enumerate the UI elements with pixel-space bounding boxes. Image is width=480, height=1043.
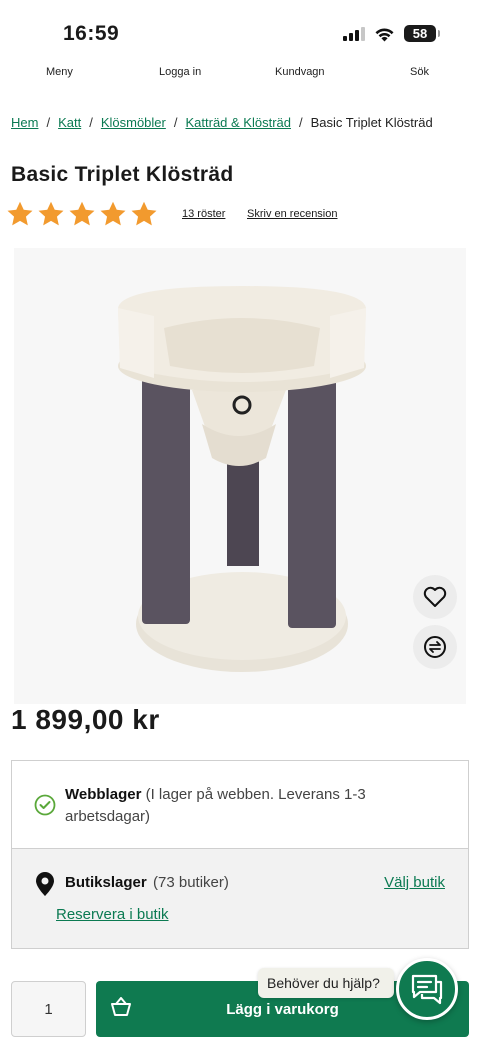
location-pin-icon bbox=[36, 872, 54, 896]
chat-button[interactable] bbox=[396, 958, 458, 1020]
reserve-in-store-link[interactable]: Reservera i butik bbox=[56, 906, 169, 923]
top-nav: Meny Logga in Kundvagn Sök bbox=[0, 66, 480, 88]
add-to-cart-label: Lägg i varukorg bbox=[226, 1000, 339, 1018]
clock: 16:59 bbox=[63, 22, 120, 45]
star-icon bbox=[69, 201, 95, 226]
nav-menu[interactable]: Meny bbox=[46, 66, 73, 78]
breadcrumb-link-cat[interactable]: Katt bbox=[58, 115, 81, 130]
cellular-signal-icon bbox=[343, 26, 365, 41]
star-icon bbox=[131, 201, 157, 226]
nav-cart[interactable]: Kundvagn bbox=[275, 66, 325, 78]
nav-login[interactable]: Logga in bbox=[159, 66, 201, 78]
heart-icon bbox=[423, 586, 447, 607]
wifi-icon bbox=[375, 28, 394, 41]
star-icon bbox=[38, 201, 64, 226]
breadcrumb-link-scratch-furniture[interactable]: Klösmöbler bbox=[101, 115, 166, 130]
stock-info: Webblager (I lager på webben. Leverans 1… bbox=[11, 760, 469, 949]
help-bubble[interactable]: Behöver du hjälp? bbox=[258, 968, 394, 998]
product-image[interactable] bbox=[14, 248, 466, 704]
nav-search[interactable]: Sök bbox=[410, 66, 429, 78]
votes-link[interactable]: 13 röster bbox=[182, 208, 225, 220]
status-icons: 58 bbox=[343, 25, 440, 42]
quantity-field[interactable]: 1 bbox=[11, 981, 86, 1037]
battery-icon: 58 bbox=[404, 25, 440, 42]
star-icon bbox=[100, 201, 126, 226]
breadcrumb-link-home[interactable]: Hem bbox=[11, 115, 38, 130]
basket-icon bbox=[111, 997, 131, 1016]
product-title: Basic Triplet Klösträd bbox=[11, 163, 234, 186]
product-price: 1 899,00 kr bbox=[11, 704, 160, 735]
breadcrumb-link-cat-trees[interactable]: Katträd & Klösträd bbox=[185, 115, 291, 130]
breadcrumb: Hem / Katt / Klösmöbler / Katträd & Klösträd / B… bbox=[11, 115, 433, 130]
compare-arrows-icon bbox=[424, 636, 446, 658]
breadcrumb-current: Basic Triplet Klösträd bbox=[310, 115, 433, 130]
store-stock-label: Butikslager bbox=[65, 874, 147, 891]
star-icon bbox=[7, 201, 33, 226]
store-count: (73 butiker) bbox=[153, 874, 229, 891]
chat-icon bbox=[411, 974, 443, 1005]
write-review-link[interactable]: Skriv en recension bbox=[247, 208, 338, 220]
status-bar: 16:59 58 bbox=[0, 0, 480, 62]
web-stock-text: Webblager (I lager på webben. Leverans 1… bbox=[65, 784, 435, 828]
store-stock: Butikslager (73 butiker) Välj butik Rese… bbox=[12, 849, 468, 948]
check-circle-icon bbox=[34, 794, 56, 816]
star-rating[interactable] bbox=[6, 200, 158, 228]
web-stock-label: Webblager bbox=[65, 786, 142, 803]
web-stock: Webblager (I lager på webben. Leverans 1… bbox=[12, 761, 468, 849]
choose-store-link[interactable]: Välj butik bbox=[384, 874, 445, 891]
compare-button[interactable] bbox=[413, 625, 457, 669]
favorite-button[interactable] bbox=[413, 575, 457, 619]
cat-tree-illustration bbox=[118, 286, 366, 672]
